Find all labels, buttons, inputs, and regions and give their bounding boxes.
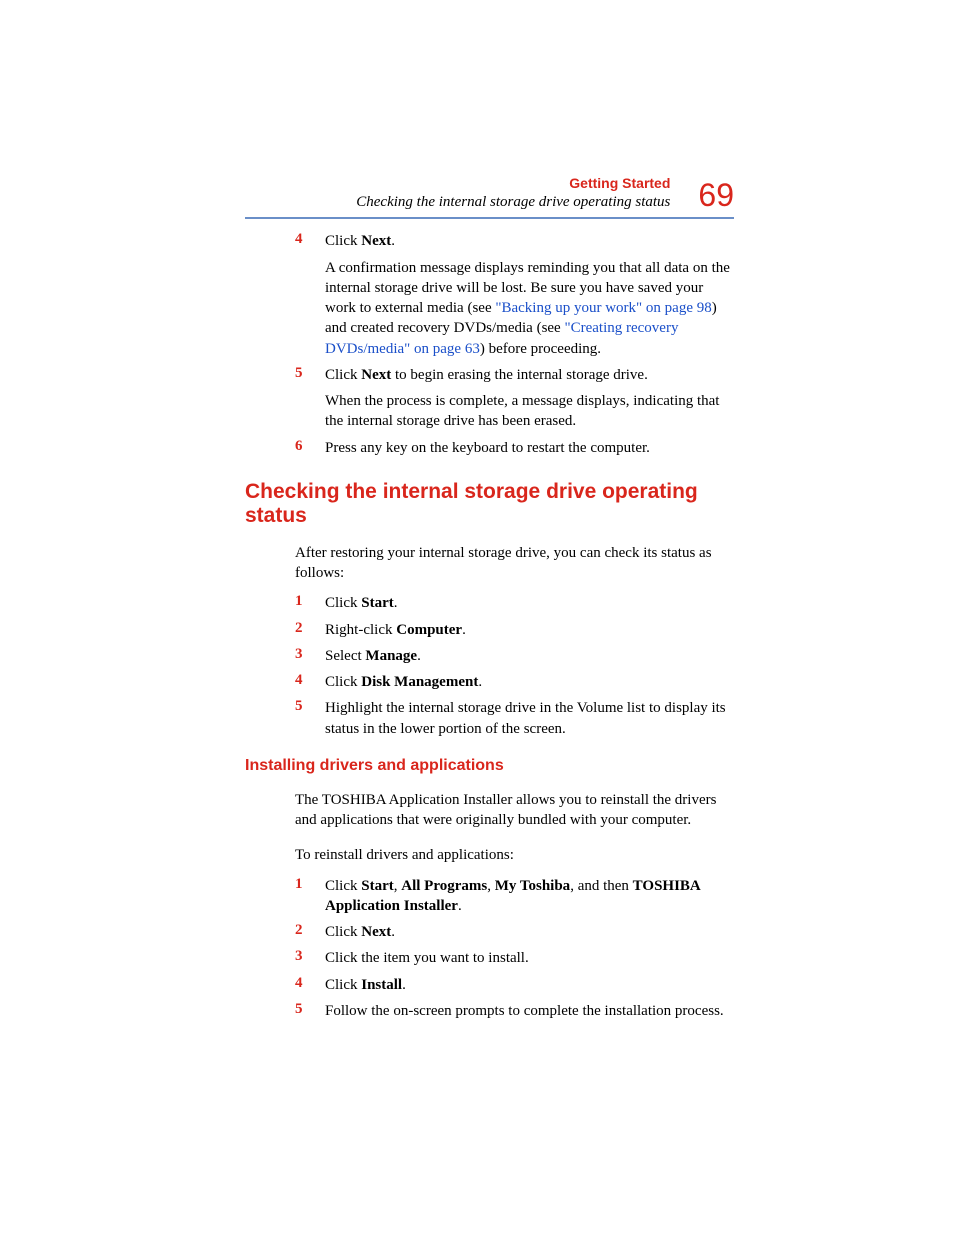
section-label: Getting Started [569, 175, 670, 193]
cross-reference-link[interactable]: "Backing up your work" on page 98 [495, 300, 711, 316]
step-number: 2 [295, 620, 325, 640]
step-item: 4 Click Next. A confirmation message dis… [295, 231, 734, 359]
step-paragraph: A confirmation message displays remindin… [325, 258, 734, 359]
step-number: 5 [295, 1001, 325, 1021]
step-number: 5 [295, 365, 325, 432]
step-number: 1 [295, 593, 325, 613]
step-item: 5Follow the on-screen prompts to complet… [295, 1001, 734, 1021]
step-line: Click Start. [325, 593, 734, 613]
step-line: Click Disk Management. [325, 672, 734, 692]
body-paragraph: After restoring your internal storage dr… [295, 543, 734, 584]
step-number: 2 [295, 922, 325, 942]
step-item: 5 Highlight the internal storage drive i… [295, 698, 734, 739]
step-line: Click Start, All Programs, My Toshiba, a… [325, 876, 734, 917]
step-item: 6 Press any key on the keyboard to resta… [295, 438, 734, 458]
step-item: 1 Click Start. [295, 593, 734, 613]
step-number: 4 [295, 975, 325, 995]
step-paragraph: When the process is complete, a message … [325, 391, 734, 432]
step-item: 2Click Next. [295, 922, 734, 942]
header-subtitle: Checking the internal storage drive oper… [356, 193, 670, 212]
step-line: Click Next. [325, 922, 734, 942]
step-line: Click Install. [325, 975, 734, 995]
page-number: 69 [698, 179, 734, 211]
step-number: 4 [295, 672, 325, 692]
header-divider [245, 217, 734, 219]
step-number: 5 [295, 698, 325, 739]
step-item: 5 Click Next to begin erasing the intern… [295, 365, 734, 432]
step-line: Right-click Computer. [325, 620, 734, 640]
step-line: Click Next to begin erasing the internal… [325, 365, 734, 385]
step-number: 4 [295, 231, 325, 359]
page-header: Getting Started Checking the internal st… [245, 175, 734, 219]
step-number: 3 [295, 646, 325, 666]
step-line: Highlight the internal storage drive in … [325, 698, 734, 739]
step-line: Follow the on-screen prompts to complete… [325, 1001, 734, 1021]
step-number: 3 [295, 948, 325, 968]
step-line: Click Next. [325, 231, 734, 251]
step-line: Press any key on the keyboard to restart… [325, 438, 734, 458]
step-item: 1Click Start, All Programs, My Toshiba, … [295, 876, 734, 917]
step-item: 4Click Install. [295, 975, 734, 995]
sub-heading: Installing drivers and applications [245, 757, 734, 775]
step-item: 2 Right-click Computer. [295, 620, 734, 640]
step-item: 3Click the item you want to install. [295, 948, 734, 968]
step-line: Click the item you want to install. [325, 948, 734, 968]
step-item: 4 Click Disk Management. [295, 672, 734, 692]
section-heading: Checking the internal storage drive oper… [245, 480, 734, 528]
body-paragraph: The TOSHIBA Application Installer allows… [295, 790, 734, 831]
step-line: Select Manage. [325, 646, 734, 666]
step-number: 1 [295, 876, 325, 917]
step-item: 3 Select Manage. [295, 646, 734, 666]
body-paragraph: To reinstall drivers and applications: [295, 845, 734, 865]
step-number: 6 [295, 438, 325, 458]
